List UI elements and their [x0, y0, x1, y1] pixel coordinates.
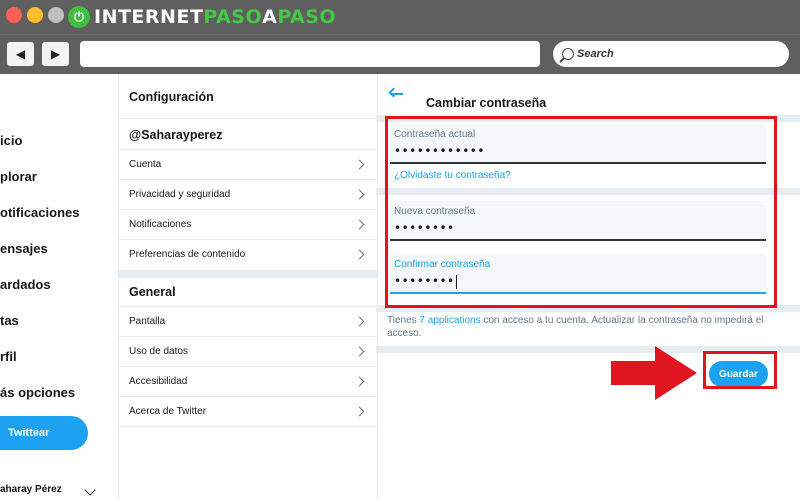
connected-apps-info: Tienes 7 applications con acceso a tu cu… — [387, 314, 779, 340]
nav-item-perfil[interactable]: rfil — [0, 349, 17, 364]
tweet-button-label: Twittear — [8, 427, 50, 439]
highlight-password-form — [385, 116, 777, 308]
nav-item-listas[interactable]: tas — [0, 313, 19, 328]
divider — [119, 118, 377, 119]
forward-button[interactable]: ▶ — [42, 42, 69, 66]
logo-text-internet: INTERNET — [94, 6, 204, 28]
chevron-right-icon — [354, 406, 365, 417]
chevron-right-icon — [354, 316, 365, 327]
nav-item-notificaciones[interactable]: otificaciones — [0, 205, 79, 220]
settings-item-uso-de-datos[interactable]: Uso de datos — [119, 337, 377, 367]
back-button[interactable]: ◀ — [7, 42, 34, 66]
general-section-title: General — [129, 285, 176, 299]
settings-username: @Saharayperez — [129, 128, 223, 142]
applications-link[interactable]: 7 applications — [419, 315, 480, 326]
nav-item-inicio[interactable]: icio — [0, 133, 22, 148]
chevron-right-icon — [354, 159, 365, 170]
settings-item-pantalla[interactable]: Pantalla — [119, 307, 377, 337]
search-placeholder: Search — [577, 48, 614, 60]
settings-item-label: Accesibilidad — [129, 376, 188, 387]
logo-text-paso: PASO — [203, 6, 263, 28]
chevron-right-icon — [354, 346, 365, 357]
nav-item-mas-opciones[interactable]: ás opciones — [0, 385, 75, 400]
left-navigation: icio plorar otificaciones ensajes ardado… — [0, 74, 118, 500]
close-window-button[interactable] — [6, 7, 22, 23]
forward-icon: ▶ — [50, 47, 61, 61]
chevron-right-icon — [354, 189, 365, 200]
settings-item-label: Acerca de Twitter — [129, 406, 207, 417]
highlight-save-button — [703, 351, 777, 389]
settings-item-label: Pantalla — [129, 316, 166, 327]
section-divider — [119, 270, 377, 278]
chevron-right-icon — [354, 219, 365, 230]
nav-item-mensajes[interactable]: ensajes — [0, 241, 48, 256]
logo-text-paso-2: PASO — [277, 6, 337, 28]
browser-search-input[interactable]: Search — [553, 41, 789, 67]
browser-toolbar: ◀ ▶ Search — [0, 34, 800, 75]
tweet-button[interactable]: Twittear — [0, 416, 88, 450]
settings-item-acerca-de[interactable]: Acerca de Twitter — [119, 397, 377, 427]
browser-titlebar: ⏻ INTERNET PASO A PASO — [0, 0, 800, 34]
change-password-title: Cambiar contraseña — [426, 96, 547, 110]
nav-item-guardados[interactable]: ardados — [0, 277, 51, 292]
address-bar[interactable] — [80, 41, 540, 67]
back-icon: ◀ — [15, 47, 26, 61]
chevron-down-icon[interactable] — [84, 484, 96, 496]
settings-column: Configuración @Saharayperez Cuenta Priva… — [118, 74, 378, 500]
minimize-window-button[interactable] — [27, 7, 43, 23]
settings-title: Configuración — [129, 90, 214, 104]
settings-item-notificaciones[interactable]: Notificaciones — [119, 210, 377, 240]
maximize-window-button[interactable] — [48, 7, 64, 23]
site-logo: ⏻ INTERNET PASO A PASO — [68, 5, 336, 29]
profile-name[interactable]: aharay Pérez — [0, 484, 62, 495]
logo-text-a: A — [262, 6, 278, 28]
search-icon — [562, 48, 574, 60]
chevron-right-icon — [354, 249, 365, 260]
settings-item-label: Privacidad y seguridad — [129, 189, 231, 200]
nav-item-explorar[interactable]: plorar — [0, 169, 37, 184]
red-arrow-icon — [611, 346, 697, 400]
power-icon: ⏻ — [68, 6, 90, 28]
settings-item-cuenta[interactable]: Cuenta — [119, 150, 377, 180]
info-prefix: Tienes — [387, 315, 420, 326]
settings-item-accesibilidad[interactable]: Accesibilidad — [119, 367, 377, 397]
settings-item-label: Uso de datos — [129, 346, 188, 357]
settings-item-label: Cuenta — [129, 159, 162, 170]
back-arrow-icon[interactable] — [390, 93, 403, 95]
settings-item-label: Notificaciones — [129, 219, 192, 230]
settings-item-preferencias[interactable]: Preferencias de contenido — [119, 240, 377, 270]
chevron-right-icon — [354, 376, 365, 387]
settings-item-privacidad[interactable]: Privacidad y seguridad — [119, 180, 377, 210]
settings-item-label: Preferencias de contenido — [129, 249, 246, 260]
